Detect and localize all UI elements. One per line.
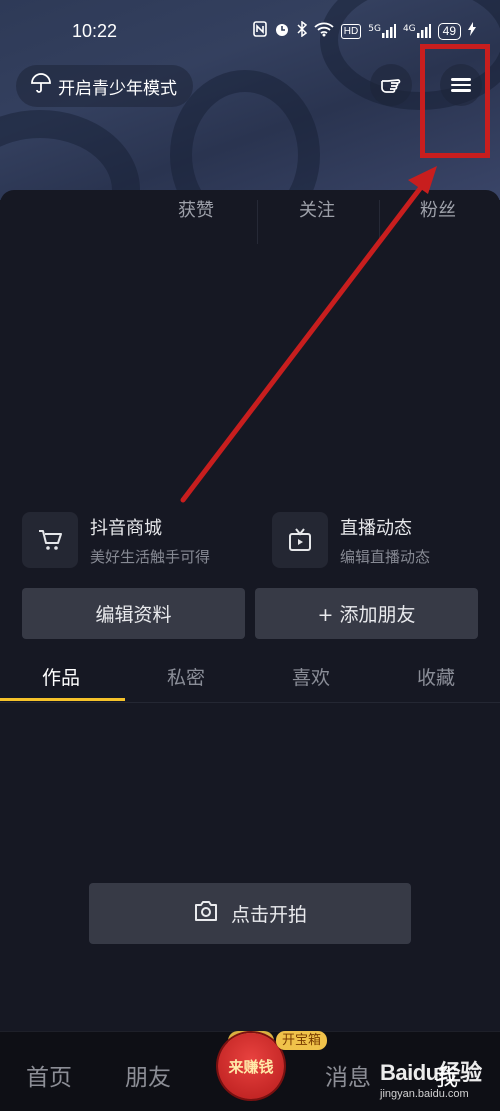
battery-icon: 49 xyxy=(437,22,461,40)
earn-money-button[interactable]: 来赚钱 xyxy=(218,1033,284,1099)
nav-messages[interactable]: 消息 xyxy=(325,1058,371,1092)
tv-icon xyxy=(272,512,328,568)
umbrella-icon xyxy=(30,72,52,100)
signal-5g-label: 5G xyxy=(368,24,381,34)
annotation-highlight-box xyxy=(420,44,490,158)
teen-mode-label: 开启青少年模式 xyxy=(58,78,177,99)
following-stat[interactable]: 关注 xyxy=(299,196,335,222)
signal-4g-label: 4G xyxy=(402,24,416,34)
content-tabs: 作品 私密 喜欢 收藏 xyxy=(0,655,500,703)
baidu-watermark: Baidu经验 jingyan.baidu.com xyxy=(380,1055,482,1100)
stats-row: 获赞 关注 粉丝 xyxy=(0,196,500,244)
treasure-badge: 开宝箱 xyxy=(276,1031,328,1050)
signal-5g-icon: 5G xyxy=(368,24,396,38)
start-shooting-button[interactable]: 点击开拍 xyxy=(89,883,411,944)
tab-divider xyxy=(0,702,500,703)
add-friend-button[interactable]: + 添加朋友 xyxy=(255,588,478,639)
pointing-hand-icon xyxy=(379,71,403,99)
visitors-button[interactable] xyxy=(370,64,412,106)
edit-profile-button[interactable]: 编辑资料 xyxy=(22,588,245,639)
stat-divider xyxy=(379,200,380,244)
status-icons: HD 5G 4G 49 xyxy=(252,20,476,41)
nav-friends[interactable]: 朋友 xyxy=(125,1058,171,1092)
live-service[interactable]: 直播动态 编辑直播动态 xyxy=(272,512,430,568)
start-shooting-label: 点击开拍 xyxy=(230,904,307,926)
tab-private[interactable]: 私密 xyxy=(167,663,205,690)
alarm-icon xyxy=(274,21,290,41)
tab-favorites[interactable]: 收藏 xyxy=(417,663,455,690)
watermark-site: jingyan.baidu.com xyxy=(380,1088,469,1100)
active-tab-indicator xyxy=(0,698,125,701)
bluetooth-icon xyxy=(297,20,307,41)
stat-divider xyxy=(257,200,258,244)
signal-4g-icon: 4G xyxy=(403,24,431,38)
shop-title: 抖音商城 xyxy=(90,517,162,539)
shopping-cart-icon xyxy=(22,512,78,568)
tab-likes[interactable]: 喜欢 xyxy=(292,663,330,690)
hd-icon: HD xyxy=(340,23,362,39)
fans-stat[interactable]: 粉丝 xyxy=(420,196,456,222)
camera-icon xyxy=(193,899,219,928)
nfc-icon xyxy=(252,21,267,41)
nav-home[interactable]: 首页 xyxy=(26,1058,72,1092)
charging-icon xyxy=(468,22,476,40)
live-title: 直播动态 xyxy=(340,517,412,539)
likes-stat[interactable]: 获赞 xyxy=(178,196,214,222)
live-subtitle: 编辑直播动态 xyxy=(340,547,431,566)
wifi-icon xyxy=(314,21,334,41)
teen-mode-button[interactable]: 开启青少年模式 xyxy=(16,65,193,107)
status-time: 10:22 xyxy=(72,20,118,41)
tab-works[interactable]: 作品 xyxy=(42,663,80,690)
watermark-brand: Baidu经验 xyxy=(380,1060,482,1085)
shop-subtitle: 美好生活触手可得 xyxy=(90,547,211,566)
shop-service[interactable]: 抖音商城 美好生活触手可得 xyxy=(22,512,210,568)
